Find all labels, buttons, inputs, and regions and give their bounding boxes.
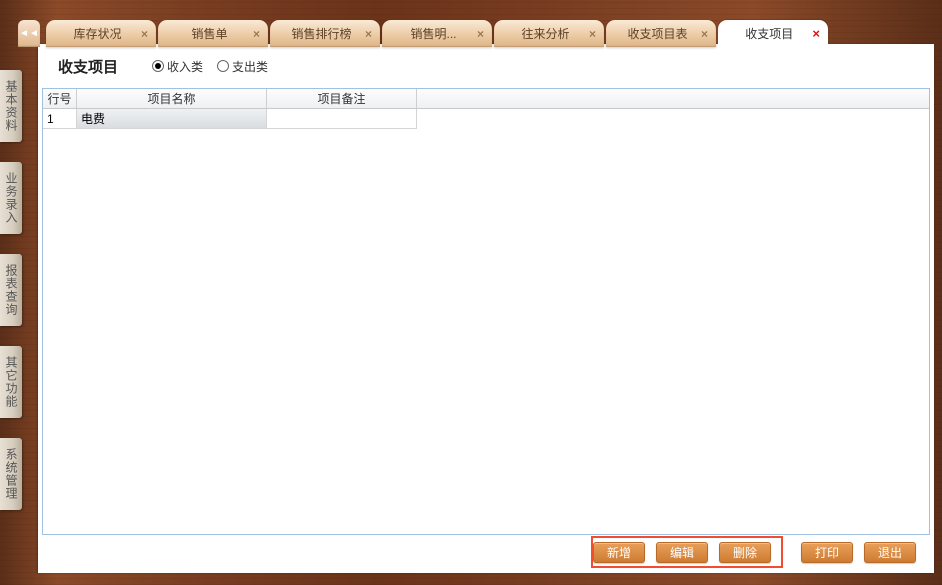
tab-strip: ◄◄ 库存状况 × 销售单 × 销售排行榜 × 销售明... × 往来分析 × … xyxy=(18,17,936,47)
exit-button[interactable]: 退出 xyxy=(864,542,916,563)
left-nav-basic-data[interactable]: 基本资料 xyxy=(0,70,22,142)
left-nav-report-query[interactable]: 报表查询 xyxy=(0,254,22,326)
data-grid: 行号 项目名称 项目备注 1 电费 xyxy=(42,88,930,535)
col-header-remark[interactable]: 项目备注 xyxy=(267,89,417,108)
tab-label: 销售排行榜 xyxy=(284,25,359,42)
close-icon[interactable]: × xyxy=(253,27,260,41)
radio-dot-icon xyxy=(217,60,229,72)
cell-rowno: 1 xyxy=(43,109,77,129)
tab-label: 收支项目表 xyxy=(620,25,695,42)
button-bar: 新增 编辑 删除 打印 退出 xyxy=(38,535,934,573)
tab-label: 销售单 xyxy=(172,25,247,42)
tab-label: 库存状况 xyxy=(60,25,135,42)
radio-income-label: 收入类 xyxy=(167,58,203,75)
close-icon[interactable]: × xyxy=(365,27,372,41)
grid-header: 行号 项目名称 项目备注 xyxy=(43,89,929,109)
left-nav-system-manage[interactable]: 系统管理 xyxy=(0,438,22,510)
tab-label: 销售明... xyxy=(396,25,471,42)
tab-inventory[interactable]: 库存状况 × xyxy=(46,20,156,47)
tab-sales-rank[interactable]: 销售排行榜 × xyxy=(270,20,380,47)
radio-expense[interactable]: 支出类 xyxy=(217,58,268,75)
content-panel: 收支项目 收入类 支出类 行号 项目名称 项目备注 1 电费 xyxy=(38,44,934,573)
cell-name[interactable]: 电费 xyxy=(77,109,267,129)
tab-dealings-analysis[interactable]: 往来分析 × xyxy=(494,20,604,47)
page-title: 收支项目 xyxy=(58,56,118,77)
add-button[interactable]: 新增 xyxy=(593,542,645,563)
close-icon[interactable]: × xyxy=(141,27,148,41)
col-header-rowno[interactable]: 行号 xyxy=(43,89,77,108)
tab-label: 收支项目 xyxy=(732,25,806,42)
table-row[interactable]: 1 电费 xyxy=(43,109,929,129)
close-icon[interactable]: × xyxy=(701,27,708,41)
close-icon[interactable]: × xyxy=(477,27,484,41)
tab-sales-order[interactable]: 销售单 × xyxy=(158,20,268,47)
left-nav-other-functions[interactable]: 其它功能 xyxy=(0,346,22,418)
left-nav-business-entry[interactable]: 业务录入 xyxy=(0,162,22,234)
type-radio-group: 收入类 支出类 xyxy=(152,58,268,75)
tab-income-expense-item[interactable]: 收支项目 × xyxy=(718,20,828,47)
radio-dot-icon xyxy=(152,60,164,72)
close-icon[interactable]: × xyxy=(589,27,596,41)
tab-scroll-left-icon[interactable]: ◄◄ xyxy=(18,20,40,47)
panel-header: 收支项目 收入类 支出类 xyxy=(38,44,934,88)
cell-remark[interactable] xyxy=(267,109,417,129)
radio-income[interactable]: 收入类 xyxy=(152,58,203,75)
left-nav: 基本资料 业务录入 报表查询 其它功能 系统管理 xyxy=(0,70,22,530)
tab-label: 往来分析 xyxy=(508,25,583,42)
tabs-row: 库存状况 × 销售单 × 销售排行榜 × 销售明... × 往来分析 × 收支项… xyxy=(46,20,828,47)
edit-button[interactable]: 编辑 xyxy=(656,542,708,563)
tab-income-expense-sheet[interactable]: 收支项目表 × xyxy=(606,20,716,47)
col-header-name[interactable]: 项目名称 xyxy=(77,89,267,108)
print-button[interactable]: 打印 xyxy=(801,542,853,563)
tab-sales-detail[interactable]: 销售明... × xyxy=(382,20,492,47)
close-icon[interactable]: × xyxy=(812,26,820,41)
radio-expense-label: 支出类 xyxy=(232,58,268,75)
grid-body: 1 电费 xyxy=(43,109,929,534)
delete-button[interactable]: 删除 xyxy=(719,542,771,563)
